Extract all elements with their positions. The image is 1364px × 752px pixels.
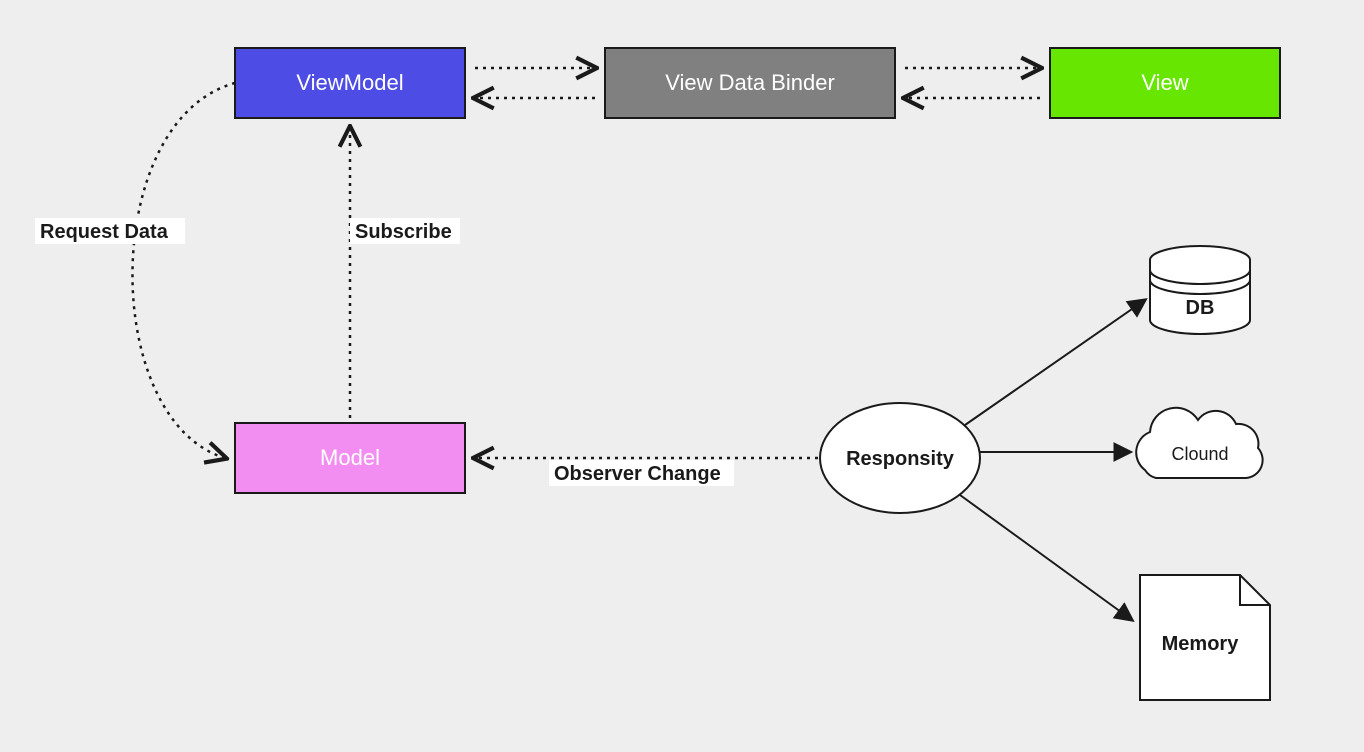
model-label: Model: [320, 445, 380, 470]
edge-repo-db: [965, 300, 1145, 425]
binder-label: View Data Binder: [665, 70, 835, 95]
view-label: View: [1141, 70, 1188, 95]
edge-request-data-label: Request Data: [40, 221, 169, 243]
memory-label: Memory: [1162, 633, 1240, 655]
viewmodel-node: ViewModel: [235, 48, 465, 118]
cloud-label: Clound: [1171, 444, 1228, 464]
db-label: DB: [1186, 297, 1215, 319]
viewmodel-label: ViewModel: [296, 70, 403, 95]
edge-observer-change-label: Observer Change: [554, 463, 721, 485]
db-node: DB: [1150, 246, 1250, 334]
memory-node: Memory: [1140, 575, 1270, 700]
model-node: Model: [235, 423, 465, 493]
cloud-node: Clound: [1136, 408, 1262, 478]
view-node: View: [1050, 48, 1280, 118]
edge-subscribe-label: Subscribe: [355, 221, 452, 243]
binder-node: View Data Binder: [605, 48, 895, 118]
architecture-diagram: ViewModel View Data Binder View Model Re…: [0, 0, 1364, 752]
edge-request-data: [132, 83, 235, 458]
edge-repo-memory: [960, 495, 1132, 620]
repo-node: Responsity: [820, 403, 980, 513]
repo-label: Responsity: [846, 448, 955, 470]
